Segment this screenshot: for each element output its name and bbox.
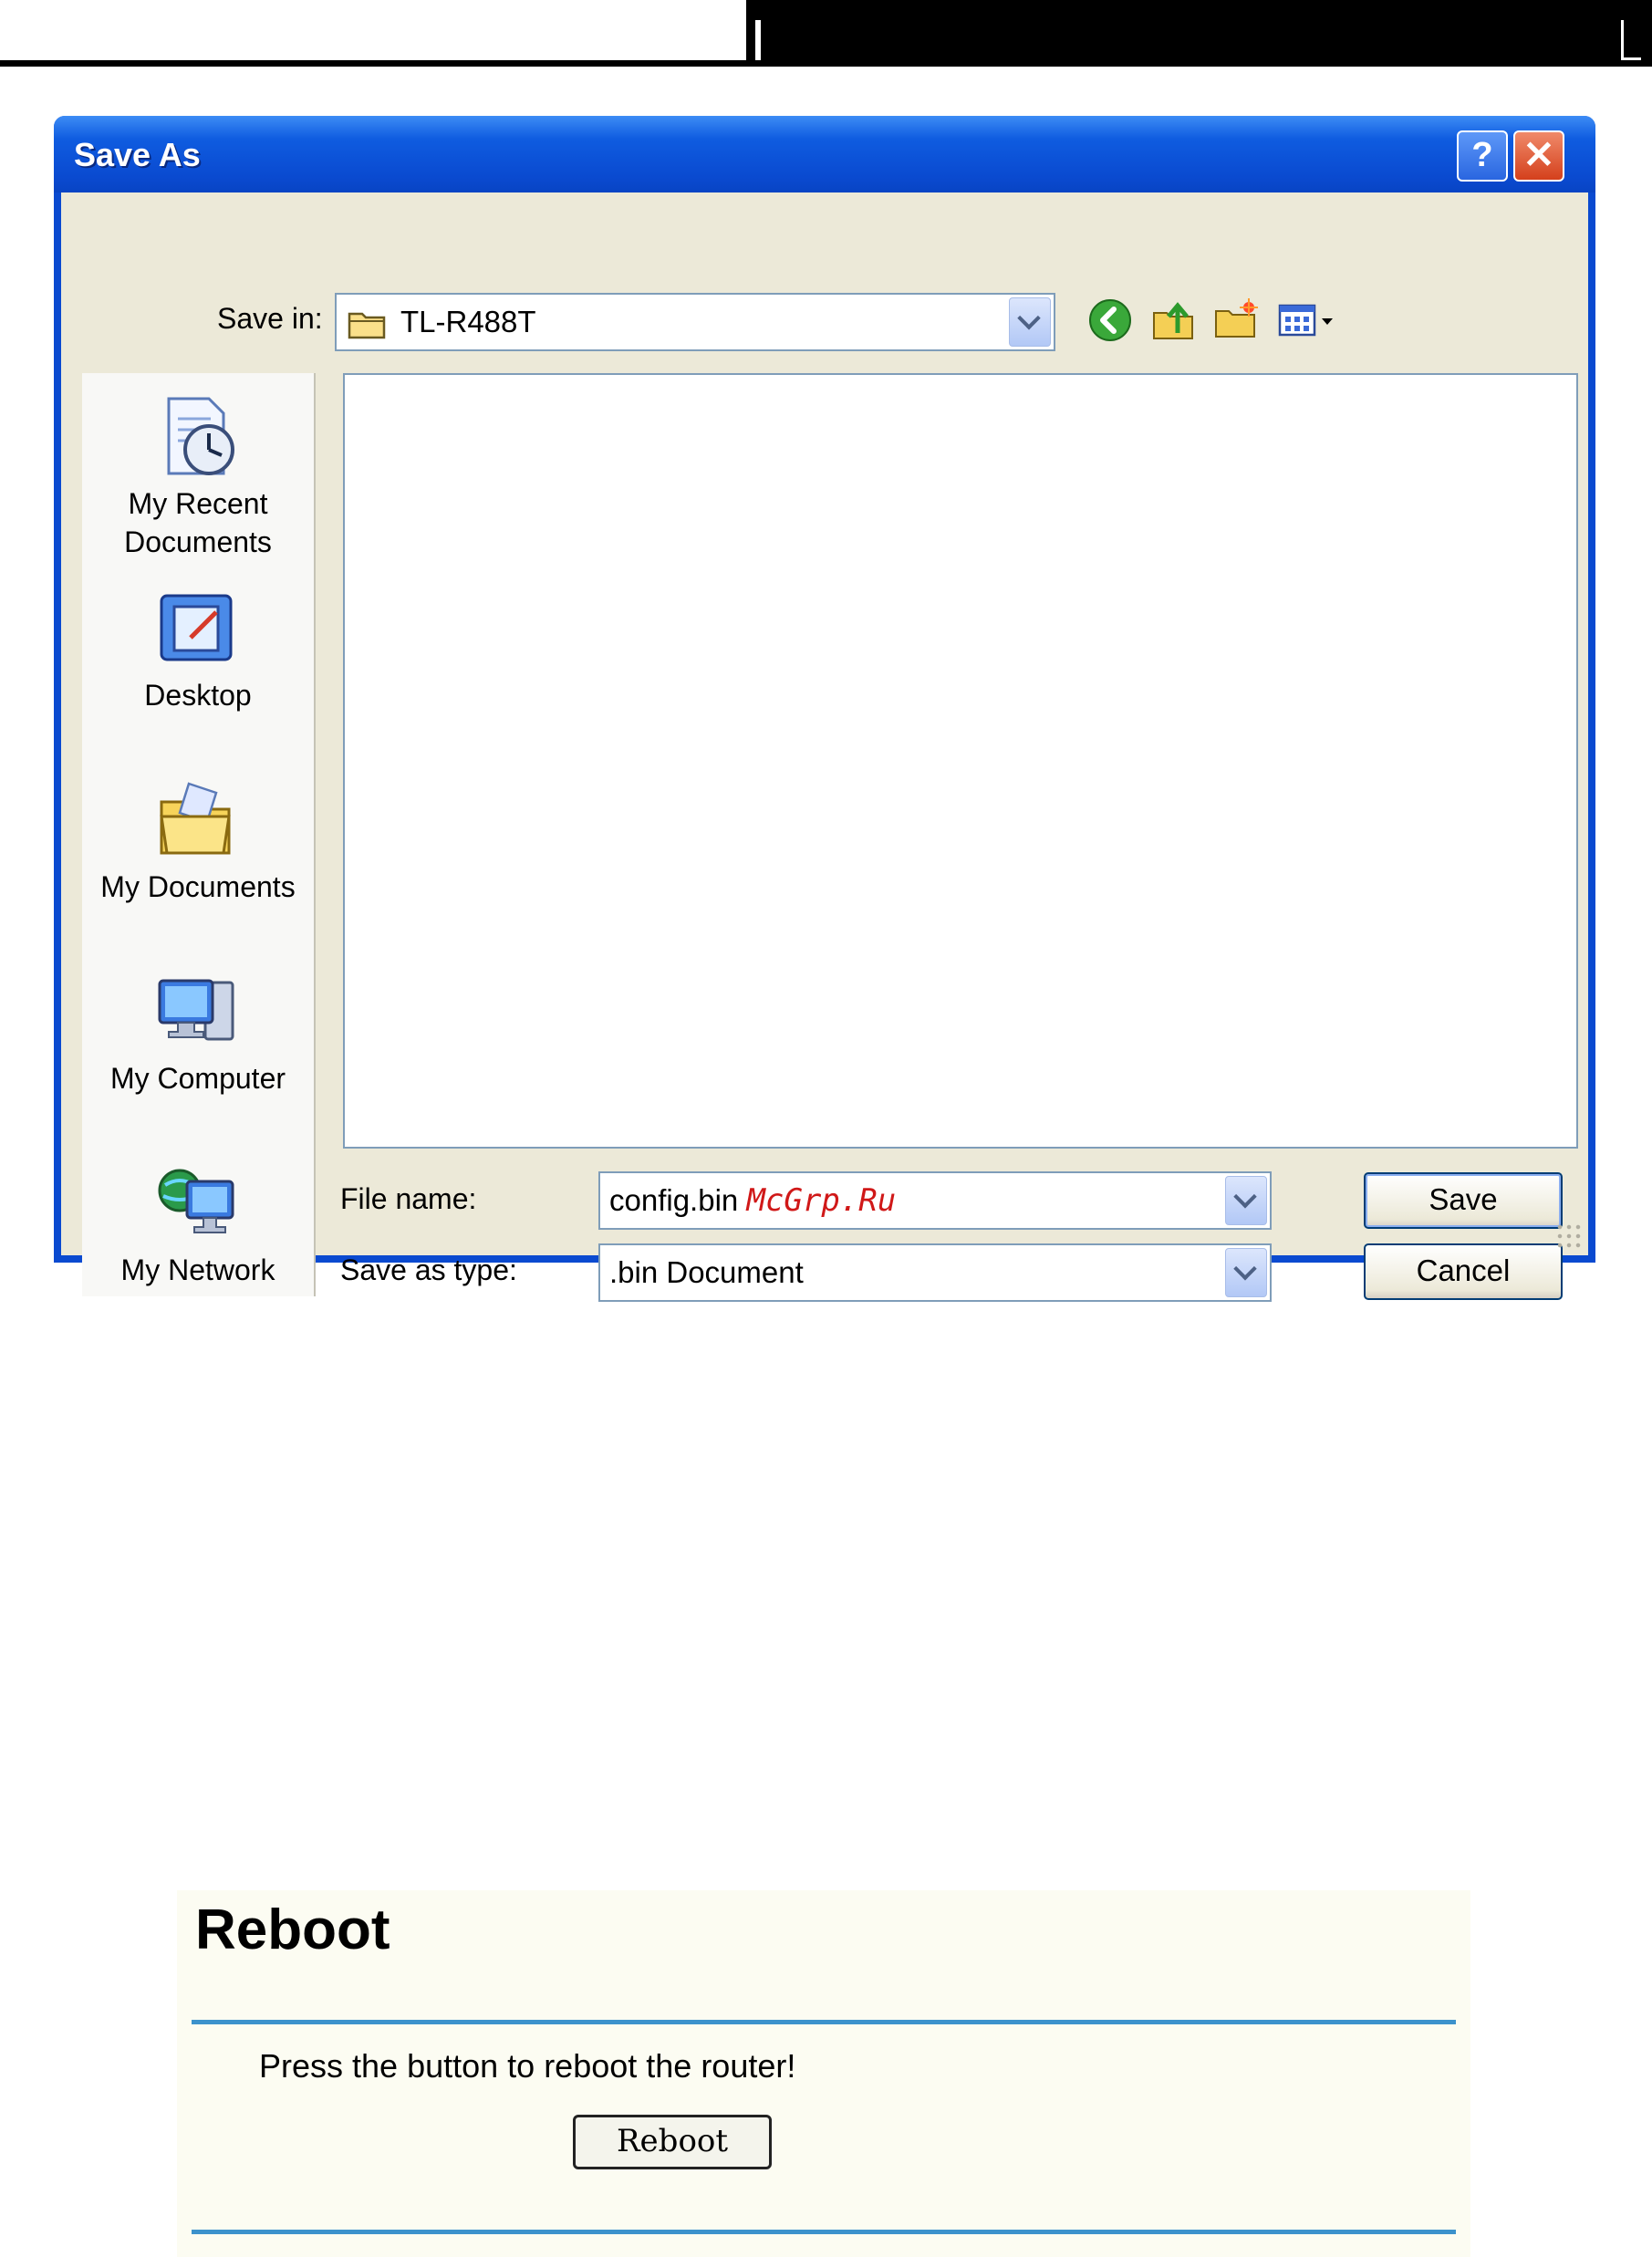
divider-bottom: [192, 2230, 1456, 2234]
dialog-titlebar[interactable]: Save As ? ✕: [54, 116, 1595, 192]
close-button[interactable]: ✕: [1513, 130, 1564, 182]
save-in-label: Save in:: [217, 302, 323, 335]
document-header-rule: [0, 60, 746, 67]
dialog-title: Save As: [74, 136, 201, 173]
place-my-recent-documents[interactable]: My Recent Documents: [82, 391, 314, 559]
header-mark-right: [1621, 20, 1641, 60]
divider-top: [192, 2020, 1456, 2024]
save-as-type-value: .bin Document: [609, 1255, 804, 1289]
dialog-client-area: Save in: TL-R488T My Recent Documents De…: [61, 192, 1588, 1302]
file-name-value: config.bin McGrp.Ru: [609, 1182, 897, 1219]
desktop-icon: [160, 594, 233, 661]
file-name-input[interactable]: config.bin McGrp.Ru: [598, 1171, 1272, 1230]
recent-documents-icon: [167, 397, 234, 475]
place-label: My Network: [120, 1253, 275, 1286]
place-my-documents[interactable]: My Documents: [82, 775, 314, 904]
chevron-down-icon[interactable]: [1009, 297, 1051, 347]
place-label: Desktop: [144, 679, 252, 712]
save-in-value: TL-R488T: [400, 305, 536, 338]
folder-icon: [348, 312, 386, 339]
watermark-text: McGrp.Ru: [746, 1182, 897, 1219]
resize-grip[interactable]: [1555, 1222, 1583, 1250]
help-button[interactable]: ?: [1457, 130, 1508, 182]
save-button[interactable]: Save: [1364, 1172, 1563, 1229]
help-icon: ?: [1471, 136, 1493, 174]
file-list[interactable]: [343, 373, 1578, 1149]
cancel-button[interactable]: Cancel: [1364, 1243, 1563, 1300]
reboot-panel: Reboot Press the button to reboot the ro…: [177, 1890, 1470, 2257]
save-in-dropdown[interactable]: TL-R488T: [335, 293, 1055, 351]
view-menu-icon[interactable]: [1276, 296, 1340, 344]
file-name-label: File name:: [340, 1182, 477, 1215]
place-label: My Computer: [109, 1062, 286, 1095]
reboot-message: Press the button to reboot the router!: [259, 2047, 796, 2085]
place-desktop[interactable]: Desktop: [82, 583, 314, 712]
place-label: My Recent: [128, 487, 268, 520]
header-mark-left: [755, 20, 761, 60]
up-folder-icon[interactable]: [1150, 296, 1198, 344]
place-my-computer[interactable]: My Computer: [82, 966, 314, 1096]
new-folder-icon[interactable]: [1212, 296, 1260, 344]
page-title: Reboot: [195, 1898, 390, 1961]
my-network-icon: [158, 1169, 234, 1233]
reboot-button[interactable]: Reboot: [573, 2115, 772, 2169]
back-icon[interactable]: [1086, 296, 1134, 344]
save-as-dialog: Save As ? ✕ Save in: TL-R488T My Recent …: [54, 116, 1595, 1302]
document-header-bar: [746, 0, 1652, 67]
chevron-down-icon[interactable]: [1225, 1248, 1267, 1297]
save-as-type-label: Save as type:: [340, 1253, 517, 1286]
place-label: Documents: [124, 525, 272, 558]
close-icon: ✕: [1522, 133, 1555, 176]
chevron-down-icon[interactable]: [1225, 1176, 1267, 1225]
place-my-network[interactable]: My Network: [82, 1158, 314, 1287]
place-label: My Documents: [100, 870, 296, 903]
my-computer-icon: [158, 979, 234, 1041]
save-as-type-dropdown[interactable]: .bin Document: [598, 1243, 1272, 1302]
places-bar: My Recent Documents Desktop My Documents: [82, 373, 316, 1296]
my-documents-icon: [160, 782, 231, 855]
